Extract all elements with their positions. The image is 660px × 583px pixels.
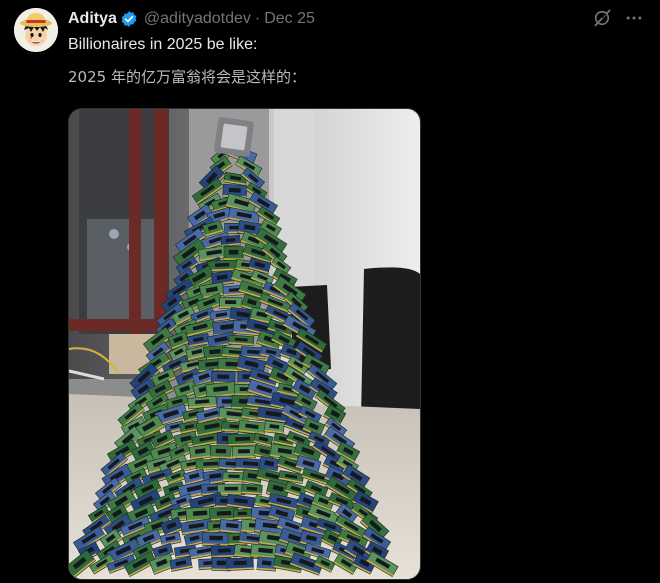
avatar-straw-hat-icon bbox=[14, 8, 58, 52]
tweet-header: Aditya @adityadotdev · Dec 25 bbox=[68, 8, 315, 30]
grok-icon[interactable] bbox=[592, 8, 612, 28]
avatar[interactable] bbox=[14, 8, 58, 52]
tweet-translation: 2025 年的亿万富翁将会是这样的： bbox=[68, 68, 306, 86]
tweet-text: Billionaires in 2025 be like: bbox=[68, 36, 258, 53]
author-handle[interactable]: @adityadotdev bbox=[144, 10, 251, 28]
header-separator: · bbox=[254, 10, 261, 27]
tweet-date[interactable]: Dec 25 bbox=[264, 10, 315, 28]
verified-badge-icon bbox=[120, 10, 138, 28]
tweet-media-photo[interactable] bbox=[68, 108, 421, 580]
tweet-top-actions bbox=[592, 8, 644, 28]
author-display-name[interactable]: Aditya bbox=[68, 10, 117, 28]
tweet[interactable]: Aditya @adityadotdev · Dec 25 Billionair… bbox=[0, 0, 660, 583]
tree-of-ram-sticks-photo bbox=[69, 109, 420, 579]
more-dots-icon[interactable] bbox=[624, 8, 644, 28]
